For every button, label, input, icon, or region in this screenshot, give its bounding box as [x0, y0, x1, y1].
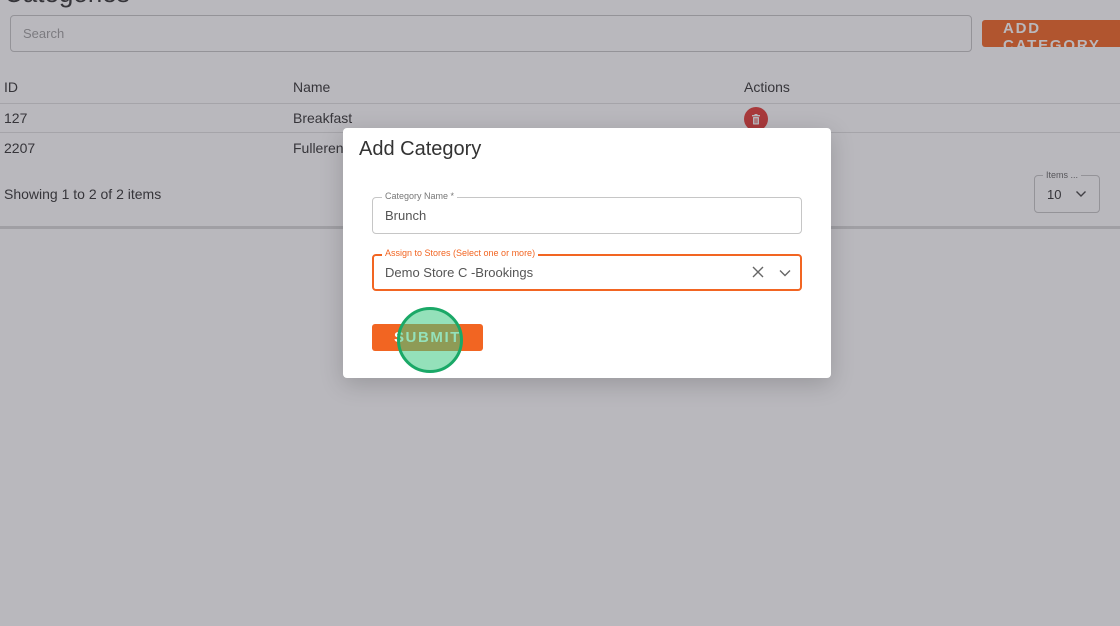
- category-name-value: Brunch: [385, 208, 427, 223]
- close-icon[interactable]: [751, 265, 765, 279]
- assign-stores-value: Demo Store C -Brookings: [385, 265, 534, 280]
- dialog-title: Add Category: [359, 138, 482, 160]
- category-name-label: Category Name *: [382, 191, 458, 202]
- add-category-dialog: Add Category Category Name * Brunch Assi…: [343, 128, 831, 378]
- assign-stores-label: Assign to Stores (Select one or more): [382, 248, 539, 259]
- submit-button[interactable]: SUBMIT: [372, 324, 483, 351]
- chevron-down-icon[interactable]: [778, 266, 792, 280]
- assign-stores-select[interactable]: Assign to Stores (Select one or more) De…: [372, 248, 802, 291]
- category-name-field[interactable]: Category Name * Brunch: [372, 191, 802, 234]
